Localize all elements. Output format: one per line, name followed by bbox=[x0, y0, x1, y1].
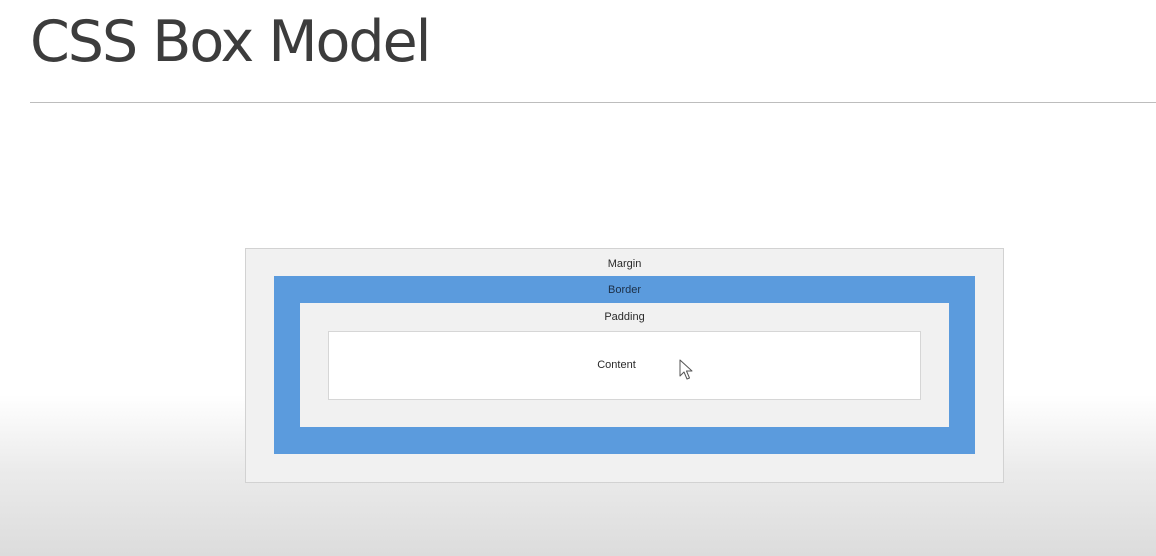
content-box: Content bbox=[328, 331, 921, 400]
border-label: Border bbox=[607, 284, 642, 296]
title-divider bbox=[30, 102, 1156, 103]
padding-label: Padding bbox=[604, 311, 645, 323]
margin-label: Margin bbox=[607, 258, 642, 270]
content-label: Content bbox=[597, 359, 636, 371]
slide-title: CSS Box Model bbox=[30, 9, 431, 75]
mouse-pointer-icon bbox=[679, 359, 693, 380]
